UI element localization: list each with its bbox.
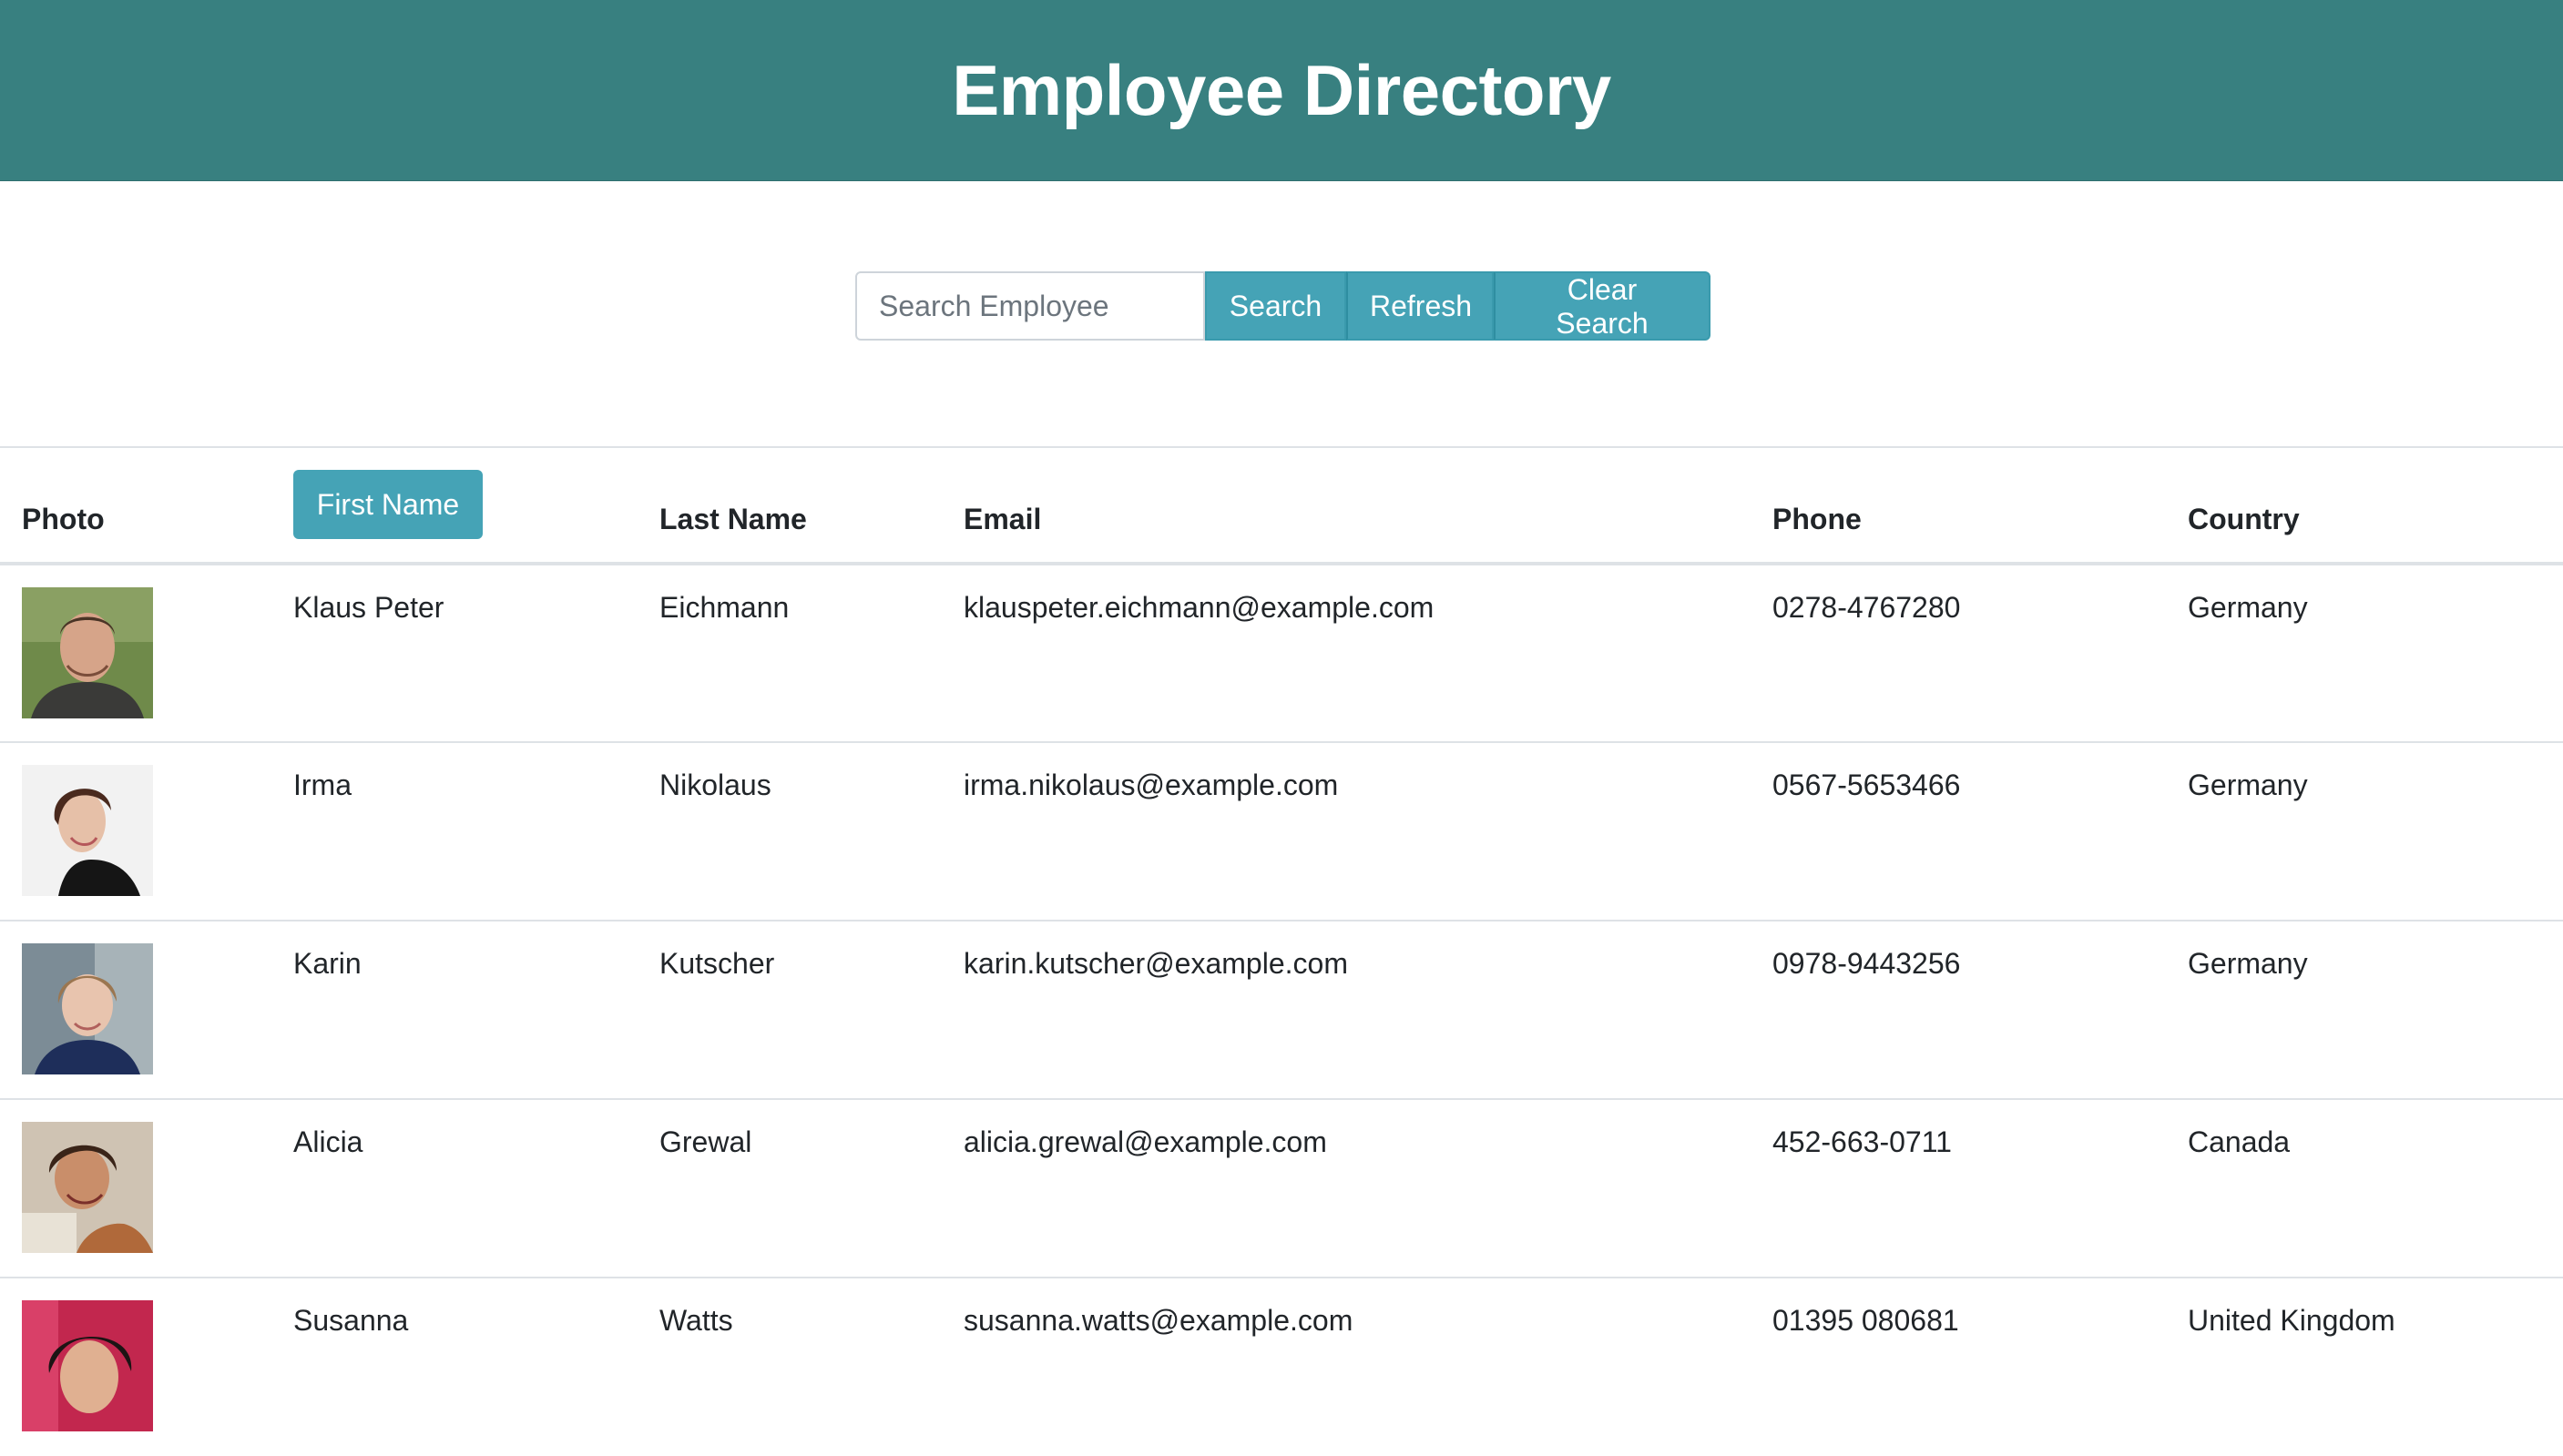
phone-cell: 01395 080681 [1751, 1277, 2166, 1456]
country-cell: Canada [2166, 1098, 2563, 1278]
photo-cell [0, 1277, 271, 1456]
country-cell: Germany [2166, 920, 2563, 1099]
email-cell: susanna.watts@example.com [942, 1277, 1751, 1456]
phone-cell: 0567-5653466 [1751, 741, 2166, 921]
last-name-cell: Grewal [638, 1098, 942, 1278]
email-cell: karin.kutscher@example.com [942, 920, 1751, 1099]
column-header-country: Country [2188, 503, 2300, 535]
last-name-cell: Watts [638, 1277, 942, 1456]
employee-photo [22, 943, 153, 1074]
email-cell: alicia.grewal@example.com [942, 1098, 1751, 1278]
photo-cell [0, 1098, 271, 1278]
last-name-cell: Eichmann [638, 563, 942, 742]
table-row: Irma Nikolaus irma.nikolaus@example.com … [0, 741, 2563, 921]
clear-search-button[interactable]: Clear Search [1494, 271, 1710, 341]
first-name-cell: Susanna [271, 1277, 638, 1456]
table-row: Alicia Grewal alicia.grewal@example.com … [0, 1098, 2563, 1278]
refresh-button[interactable]: Refresh [1346, 271, 1494, 341]
employee-photo [22, 765, 153, 896]
search-input[interactable] [855, 271, 1205, 341]
page-title: Employee Directory [952, 49, 1611, 130]
table-body: Klaus Peter Eichmann klauspeter.eichmann… [0, 563, 2563, 1456]
search-bar: Search Refresh Clear Search [855, 271, 1710, 341]
employee-table: Photo Last Name Email Phone Country Klau… [0, 446, 2563, 1456]
country-cell: Germany [2166, 741, 2563, 921]
first-name-cell: Karin [271, 920, 638, 1099]
table-row: Karin Kutscher karin.kutscher@example.co… [0, 920, 2563, 1099]
column-header-email: Email [964, 503, 1042, 535]
table-row: Susanna Watts susanna.watts@example.com … [0, 1277, 2563, 1456]
country-cell: Germany [2166, 563, 2563, 742]
photo-cell [0, 920, 271, 1099]
email-cell: klauspeter.eichmann@example.com [942, 563, 1751, 742]
last-name-cell: Kutscher [638, 920, 942, 1099]
phone-cell: 0978-9443256 [1751, 920, 2166, 1099]
column-header-photo: Photo [22, 503, 105, 535]
last-name-cell: Nikolaus [638, 741, 942, 921]
first-name-cell: Alicia [271, 1098, 638, 1278]
phone-cell: 452-663-0711 [1751, 1098, 2166, 1278]
employee-photo [22, 587, 153, 718]
employee-photo [22, 1122, 153, 1253]
photo-cell [0, 563, 271, 742]
sort-by-first-name-button[interactable]: First Name [293, 470, 483, 539]
page-header: Employee Directory [0, 0, 2563, 181]
employee-table-container: Photo Last Name Email Phone Country Klau… [0, 446, 2563, 1456]
employee-photo [22, 1300, 153, 1431]
photo-cell [0, 741, 271, 921]
phone-cell: 0278-4767280 [1751, 563, 2166, 742]
country-cell: United Kingdom [2166, 1277, 2563, 1456]
first-name-cell: Irma [271, 741, 638, 921]
search-button[interactable]: Search [1205, 271, 1346, 341]
table-row: Klaus Peter Eichmann klauspeter.eichmann… [0, 563, 2563, 742]
column-header-last-name: Last Name [659, 503, 807, 535]
column-header-phone: Phone [1772, 503, 1862, 535]
first-name-cell: Klaus Peter [271, 563, 638, 742]
email-cell: irma.nikolaus@example.com [942, 741, 1751, 921]
